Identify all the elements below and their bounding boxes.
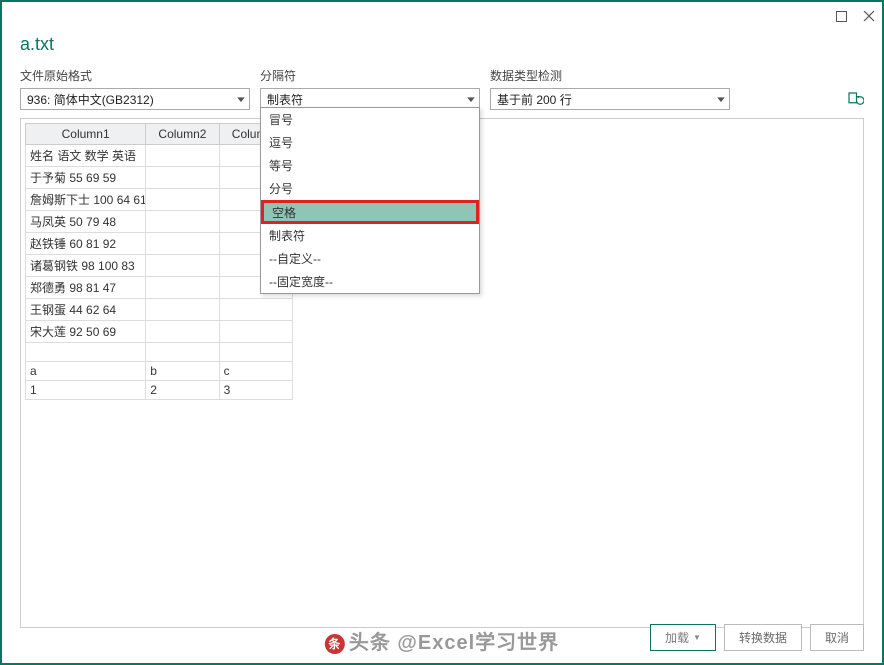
delimiter-option-highlighted[interactable]: 空格 — [261, 200, 479, 224]
table-cell: 马凤英 50 79 48 — [26, 211, 146, 233]
table-cell: c — [219, 362, 292, 381]
file-origin-label: 文件原始格式 — [20, 67, 250, 84]
table-cell — [146, 277, 219, 299]
delimiter-value: 制表符 — [267, 91, 303, 108]
table-cell — [219, 299, 292, 321]
delimiter-option[interactable]: --固定宽度-- — [261, 270, 479, 293]
table-cell: 于予菊 55 69 59 — [26, 167, 146, 189]
table-cell — [146, 321, 219, 343]
delimiter-option[interactable]: 等号 — [261, 154, 479, 177]
datatype-detect-value: 基于前 200 行 — [497, 91, 572, 108]
file-origin-dropdown[interactable]: 936: 简体中文(GB2312) ▼ — [20, 88, 250, 110]
table-row: abc — [26, 362, 293, 381]
column-header: Column2 — [146, 124, 219, 145]
delimiter-option[interactable]: 分号 — [261, 177, 479, 200]
delimiter-option[interactable]: 冒号 — [261, 108, 479, 131]
delimiter-menu: 冒号逗号等号分号空格制表符--自定义----固定宽度-- — [260, 107, 480, 294]
refresh-button[interactable] — [846, 67, 864, 110]
chevron-down-icon: ▼ — [693, 633, 701, 642]
table-row: 姓名 语文 数学 英语 — [26, 145, 293, 167]
table-cell: 2 — [146, 381, 219, 400]
table-cell — [146, 233, 219, 255]
transform-button-label: 转换数据 — [739, 631, 787, 645]
table-cell: 3 — [219, 381, 292, 400]
table-row: 詹姆斯下士 100 64 61 — [26, 189, 293, 211]
table-cell — [219, 321, 292, 343]
delimiter-option[interactable]: --自定义-- — [261, 247, 479, 270]
transform-button[interactable]: 转换数据 — [724, 624, 802, 651]
cancel-button[interactable]: 取消 — [810, 624, 864, 651]
table-row: 123 — [26, 381, 293, 400]
table-cell — [146, 343, 219, 362]
table-row — [26, 343, 293, 362]
chevron-down-icon: ▼ — [465, 95, 478, 104]
delimiter-option[interactable]: 逗号 — [261, 131, 479, 154]
datatype-detect-label: 数据类型检测 — [490, 67, 730, 84]
table-row: 王钢蛋 44 62 64 — [26, 299, 293, 321]
preview-table: Column1Column2Column3 姓名 语文 数学 英语于予菊 55 … — [25, 123, 293, 400]
table-row: 诸葛钢铁 98 100 83 — [26, 255, 293, 277]
column-header: Column1 — [26, 124, 146, 145]
table-cell: 郑德勇 98 81 47 — [26, 277, 146, 299]
delimiter-option[interactable]: 制表符 — [261, 224, 479, 247]
table-cell: 赵铁锤 60 81 92 — [26, 233, 146, 255]
datatype-detect-dropdown[interactable]: 基于前 200 行 ▼ — [490, 88, 730, 110]
table-cell: 王钢蛋 44 62 64 — [26, 299, 146, 321]
delimiter-label: 分隔符 — [260, 67, 480, 84]
table-cell — [146, 189, 219, 211]
load-button[interactable]: 加载 ▼ — [650, 624, 716, 651]
table-cell — [146, 145, 219, 167]
table-cell: 詹姆斯下士 100 64 61 — [26, 189, 146, 211]
table-row: 郑德勇 98 81 47 — [26, 277, 293, 299]
table-row: 赵铁锤 60 81 92 — [26, 233, 293, 255]
table-cell — [146, 167, 219, 189]
table-cell — [219, 343, 292, 362]
close-icon[interactable] — [862, 9, 876, 23]
load-button-label: 加载 — [665, 629, 689, 646]
table-cell: 宋大莲 92 50 69 — [26, 321, 146, 343]
maximize-icon[interactable] — [834, 9, 848, 23]
table-cell: b — [146, 362, 219, 381]
table-row: 宋大莲 92 50 69 — [26, 321, 293, 343]
table-cell — [146, 255, 219, 277]
chevron-down-icon: ▼ — [235, 95, 248, 104]
table-cell: 1 — [26, 381, 146, 400]
dialog-title: a.txt — [20, 34, 864, 55]
chevron-down-icon: ▼ — [715, 95, 728, 104]
table-cell: a — [26, 362, 146, 381]
table-cell: 诸葛钢铁 98 100 83 — [26, 255, 146, 277]
cancel-button-label: 取消 — [825, 631, 849, 645]
file-origin-value: 936: 简体中文(GB2312) — [27, 91, 154, 108]
table-cell — [146, 211, 219, 233]
table-cell — [26, 343, 146, 362]
table-row: 于予菊 55 69 59 — [26, 167, 293, 189]
table-cell — [146, 299, 219, 321]
table-cell: 姓名 语文 数学 英语 — [26, 145, 146, 167]
table-row: 马凤英 50 79 48 — [26, 211, 293, 233]
